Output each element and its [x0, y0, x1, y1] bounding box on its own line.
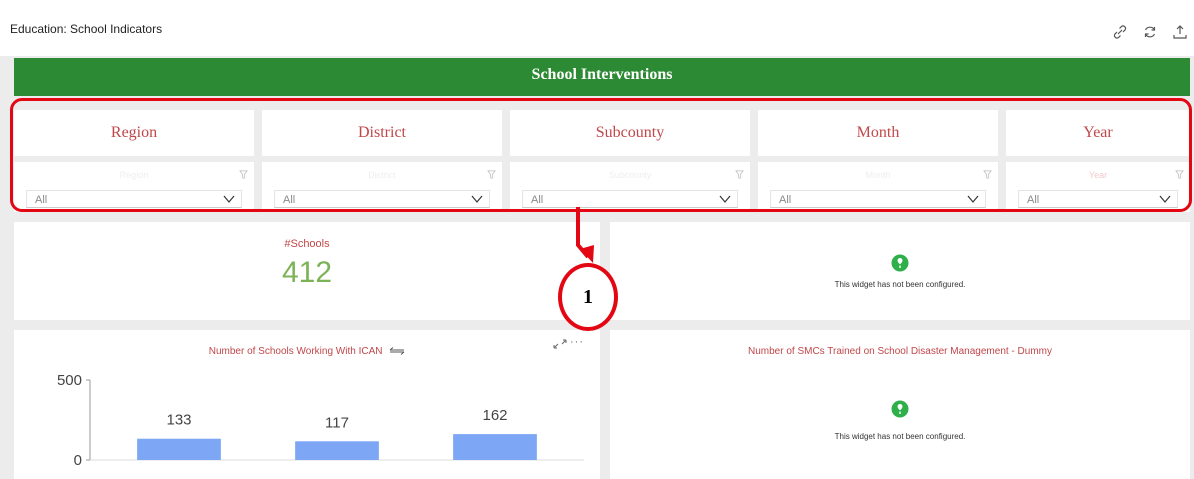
y-tick-label: 500	[57, 372, 82, 389]
unconfigured-widget-bottom: Number of SMCs Trained on School Disaste…	[610, 330, 1190, 479]
dashboard-title: Education: School Indicators	[10, 22, 163, 36]
widget-not-configured-text: This widget has not been configured.	[834, 280, 966, 289]
chart-bar[interactable]	[453, 434, 537, 460]
callout-arrow	[576, 207, 594, 263]
info-pin-icon	[891, 400, 909, 418]
dashboard-header: Education: School Indicators	[0, 0, 1194, 56]
kpi-label: #Schools	[284, 238, 330, 250]
link-icon[interactable]	[1112, 24, 1128, 40]
kpi-panel: #Schools 412	[14, 222, 600, 320]
banner-title: School Interventions	[531, 66, 673, 83]
section-banner: School Interventions	[14, 58, 1190, 96]
bar-value-label: 162	[482, 407, 507, 424]
chart-bar[interactable]	[137, 438, 221, 460]
chart-bar[interactable]	[295, 441, 379, 460]
bar-value-label: 133	[166, 412, 191, 429]
widget-title: Number of SMCs Trained on School Disaste…	[747, 346, 1052, 357]
info-pin-icon	[891, 254, 909, 272]
filter-highlight-frame	[10, 98, 1192, 212]
share-icon[interactable]	[1172, 24, 1188, 40]
widget-not-configured-text: This widget has not been configured.	[834, 432, 966, 441]
chart-panel: Number of Schools Working With ICAN ··· …	[14, 330, 600, 479]
bar-chart: 500 0 133 117 162	[57, 372, 584, 469]
y-tick-label: 0	[74, 452, 82, 469]
refresh-icon[interactable]	[1142, 24, 1158, 40]
header-actions	[1112, 24, 1188, 40]
callout-number: 1	[558, 263, 618, 331]
unconfigured-widget-top: This widget has not been configured.	[610, 222, 1190, 320]
kpi-value: 412	[281, 256, 333, 289]
bar-value-label: 117	[325, 414, 349, 431]
